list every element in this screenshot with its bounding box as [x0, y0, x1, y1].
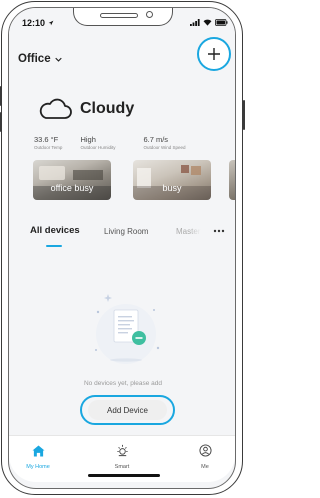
- chevron-down-icon: [54, 57, 62, 62]
- add-button[interactable]: [197, 37, 231, 71]
- add-device-highlight: Add Device: [80, 395, 175, 425]
- stat-value: 33.6 °F: [34, 135, 59, 144]
- wifi-icon: [203, 19, 212, 26]
- home-icon: [32, 445, 44, 457]
- scene-name: office busy: [50, 183, 94, 193]
- notch: [73, 8, 173, 26]
- side-button: [0, 112, 2, 132]
- weather-condition: Cloudy: [80, 100, 135, 117]
- more-tabs-button[interactable]: [213, 225, 225, 235]
- status-time: 12:10: [22, 18, 54, 28]
- tab-master-room[interactable]: Master Room: [176, 227, 201, 236]
- stat-label: Outdoor Wind Speed: [143, 145, 186, 150]
- empty-state-message: No devices yet, please add: [83, 380, 163, 387]
- tabbar-item-smart[interactable]: Smart: [97, 444, 147, 470]
- tabbar-label: Smart: [114, 464, 130, 470]
- stat-temp: 33.6 °F Outdoor Temp: [34, 135, 62, 150]
- stat-value: 6.7 m/s: [143, 135, 169, 144]
- stat-humidity: High Outdoor Humidity: [80, 135, 115, 150]
- status-icons: [190, 19, 228, 26]
- tab-all-devices[interactable]: All devices: [30, 225, 80, 236]
- tab-indicator: [46, 245, 62, 247]
- weather-summary: Cloudy: [38, 98, 134, 120]
- stat-label: Outdoor Temp: [34, 145, 63, 150]
- side-button: [0, 86, 2, 106]
- weather-stats: 33.6 °F Outdoor Temp High Outdoor Humidi…: [34, 135, 203, 150]
- side-button: [243, 100, 245, 130]
- home-name: Office: [18, 53, 51, 65]
- add-device-button[interactable]: Add Device: [88, 400, 167, 420]
- empty-devices-illustration: [95, 294, 160, 364]
- tabbar-item-my-home[interactable]: My Home: [13, 444, 63, 470]
- home-indicator: [88, 474, 160, 477]
- home-selector[interactable]: Office: [18, 53, 62, 65]
- location-arrow-icon: [48, 20, 53, 26]
- battery-icon: [215, 19, 228, 26]
- front-camera: [146, 11, 153, 18]
- speaker: [100, 13, 138, 18]
- scene-card[interactable]: busy: [133, 160, 211, 200]
- more-dots-icon: [213, 229, 225, 233]
- scene-name: busy: [162, 183, 182, 193]
- stat-label: Outdoor Humidity: [80, 145, 116, 150]
- cloud-icon: [39, 98, 72, 119]
- stat-wind: 6.7 m/s Outdoor Wind Speed: [143, 135, 185, 150]
- scene-card[interactable]: office busy: [33, 160, 111, 200]
- stat-value: High: [80, 135, 96, 144]
- sun-icon: [116, 444, 128, 457]
- user-icon: [198, 444, 212, 457]
- signal-icon: [190, 19, 200, 26]
- tabbar-label: Me: [201, 464, 209, 470]
- scene-card-partial[interactable]: [229, 160, 235, 200]
- plus-icon: [208, 48, 220, 60]
- tabbar-label: My Home: [26, 464, 50, 470]
- tab-living-room[interactable]: Living Room: [104, 227, 148, 236]
- tabbar-item-me[interactable]: Me: [180, 444, 230, 470]
